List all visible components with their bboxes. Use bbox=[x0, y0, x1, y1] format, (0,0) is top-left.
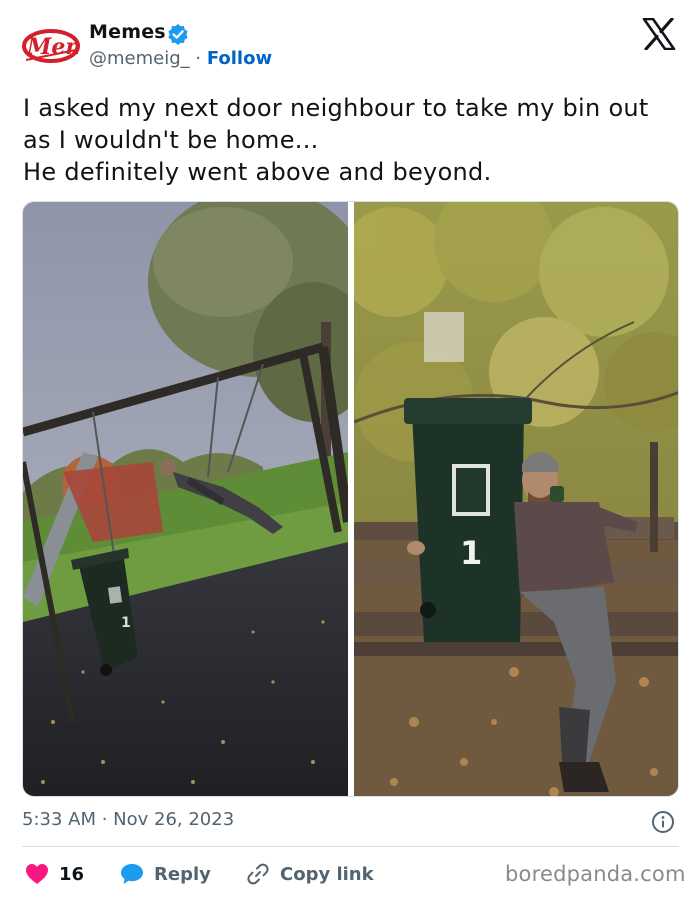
tweet-media: 1 1 bbox=[22, 201, 679, 797]
copy-link-label: Copy link bbox=[280, 863, 374, 885]
tweet-card: Meme Memes @memeig_ · Follow I asked my … bbox=[0, 0, 700, 900]
divider bbox=[22, 846, 679, 847]
author-handle[interactable]: @memeig_ bbox=[89, 48, 190, 69]
author-handle-row: @memeig_ · Follow bbox=[89, 48, 272, 69]
like-count: 16 bbox=[59, 863, 85, 885]
like-button[interactable]: 16 bbox=[25, 860, 84, 888]
tweet-text-line: as I wouldn't be home... bbox=[23, 126, 319, 154]
copy-link-button[interactable]: Copy link bbox=[246, 860, 374, 888]
photo-playground-swing[interactable]: 1 bbox=[23, 202, 373, 796]
follow-link[interactable]: Follow bbox=[207, 48, 272, 69]
watermark: boredpanda.com bbox=[505, 862, 686, 886]
x-logo-icon[interactable] bbox=[642, 17, 676, 51]
svg-text:Meme: Meme bbox=[26, 34, 80, 60]
speech-bubble-icon bbox=[121, 864, 143, 884]
tweet-text: I asked my next door neighbour to take m… bbox=[23, 92, 683, 188]
photo-bench-bin[interactable]: 1 bbox=[339, 202, 678, 796]
reply-label: Reply bbox=[154, 863, 211, 885]
svg-text:1: 1 bbox=[121, 615, 131, 631]
memes-logo-icon[interactable]: Meme bbox=[22, 20, 103, 68]
heart-icon bbox=[26, 864, 48, 884]
reply-button[interactable]: Reply bbox=[120, 860, 211, 888]
author-display-name[interactable]: Memes bbox=[89, 21, 166, 43]
tweet-text-line: I asked my next door neighbour to take m… bbox=[23, 94, 649, 122]
tweet-text-line: He definitely went above and beyond. bbox=[23, 158, 492, 186]
verified-badge-icon bbox=[167, 23, 189, 45]
link-icon bbox=[247, 863, 269, 885]
info-icon[interactable] bbox=[651, 810, 675, 834]
svg-text:1: 1 bbox=[460, 534, 482, 572]
tweet-timestamp[interactable]: 5:33 AM · Nov 26, 2023 bbox=[22, 809, 234, 830]
separator-dot: · bbox=[189, 48, 207, 69]
